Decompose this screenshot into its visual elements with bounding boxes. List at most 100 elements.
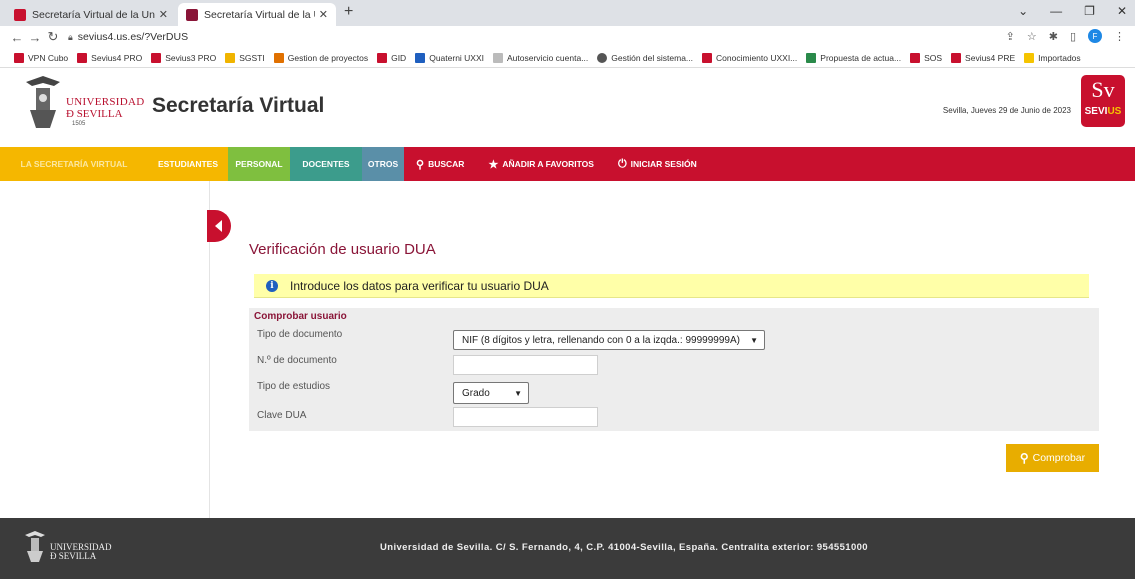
power-icon: ⏻ xyxy=(617,157,627,170)
bookmark-star-icon[interactable]: ☆ xyxy=(1027,30,1037,43)
menu-icon[interactable]: ⋮ xyxy=(1114,30,1125,43)
bookmark-item[interactable]: Sevius3 PRO xyxy=(151,52,216,63)
bookmark-item[interactable]: SOS xyxy=(910,52,942,63)
bookmark-folder[interactable]: Importados xyxy=(1024,52,1081,63)
current-date: Sevilla, Jueves 29 de Junio de 2023 xyxy=(942,106,1071,115)
bookmark-icon xyxy=(415,52,426,63)
window-controls: ⌄ — ❐ ✕ xyxy=(1018,4,1127,18)
nav-item-docentes[interactable]: DOCENTES xyxy=(290,147,362,181)
minimize-icon[interactable]: — xyxy=(1050,4,1062,18)
footer-logo[interactable]: UNIVERSIDAD Ð SEVILLA xyxy=(24,530,124,568)
form-legend: Comprobar usuario xyxy=(254,311,347,322)
chevron-down-icon: ▼ xyxy=(514,388,522,398)
bookmark-item[interactable]: Quaterni UXXI xyxy=(415,52,484,63)
nav-item-estudiantes[interactable]: ESTUDIANTES xyxy=(148,147,228,181)
bookmark-item[interactable]: Gestion de proyectos xyxy=(273,52,368,63)
bookmark-icon xyxy=(702,52,713,63)
nav-item-buscar[interactable]: ⚲ BUSCAR xyxy=(404,147,476,181)
folder-icon xyxy=(1024,52,1035,63)
info-text: Introduce los datos para verificar tu us… xyxy=(290,278,549,293)
dua-key-label: Clave DUA xyxy=(257,410,307,421)
forward-icon[interactable]: → xyxy=(26,30,44,45)
profile-avatar[interactable]: F xyxy=(1088,29,1102,43)
bookmark-icon xyxy=(14,52,24,63)
star-icon: ★ xyxy=(488,158,499,171)
bookmark-item[interactable]: Gestión del sistema... xyxy=(597,52,693,63)
verify-user-form: Comprobar usuario Tipo de documento NIF … xyxy=(249,308,1099,431)
footer-logo-text-2: Ð SEVILLA xyxy=(50,551,97,561)
nav-item-favoritos[interactable]: ★ AÑADIR A FAVORITOS xyxy=(476,147,606,181)
reload-icon[interactable]: ↻ xyxy=(44,29,62,45)
sidepanel-icon[interactable]: ▯ xyxy=(1070,30,1076,43)
bookmark-icon xyxy=(377,52,388,63)
bookmark-icon xyxy=(951,52,962,63)
bookmark-icon xyxy=(273,52,284,63)
address-bar: ← → ↻ 🔒︎ sevius4.us.es/?VerDUS ⇪ ☆ ✱ ▯ F… xyxy=(0,26,1135,48)
bookmark-icon xyxy=(151,52,162,63)
nav-item-otros[interactable]: OTROS xyxy=(362,147,404,181)
footer: UNIVERSIDAD Ð SEVILLA Universidad de Sev… xyxy=(0,518,1135,579)
doc-number-label: N.º de documento xyxy=(257,355,337,366)
section-heading: Verificación de usuario DUA xyxy=(249,241,436,258)
bookmark-item[interactable]: Autoservicio cuenta... xyxy=(493,52,588,63)
browser-tabstrip: Secretaría Virtual de la Universid ✕ Sec… xyxy=(0,0,1135,26)
browser-tab-2[interactable]: Secretaría Virtual de la Universid ✕ xyxy=(178,3,336,26)
close-icon[interactable]: ✕ xyxy=(319,8,328,21)
doc-type-select[interactable]: NIF (8 dígitos y letra, rellenando con 0… xyxy=(453,330,765,350)
bookmark-icon xyxy=(910,52,921,63)
bookmark-item[interactable]: GID xyxy=(377,52,406,63)
bookmark-item[interactable]: VPN Cubo xyxy=(14,52,68,63)
doc-type-label: Tipo de documento xyxy=(257,329,343,340)
main-nav: LA SECRETARÍA VIRTUAL ESTUDIANTES PERSON… xyxy=(0,147,1135,181)
nav-item-secretaria-virtual[interactable]: LA SECRETARÍA VIRTUAL xyxy=(0,147,148,181)
browser-tab-1[interactable]: Secretaría Virtual de la Universid ✕ xyxy=(6,3,176,26)
bookmark-item[interactable]: Sevius4 PRE xyxy=(951,52,1015,63)
doc-type-value: NIF (8 dígitos y letra, rellenando con 0… xyxy=(462,334,740,346)
url-field[interactable]: 🔒︎ sevius4.us.es/?VerDUS xyxy=(68,31,188,43)
logo-text-2: Ð SEVILLA xyxy=(66,108,123,120)
bookmark-icon xyxy=(225,52,236,63)
close-window-icon[interactable]: ✕ xyxy=(1117,4,1127,18)
tab-search-icon[interactable]: ⌄ xyxy=(1018,4,1028,18)
check-button[interactable]: ⚲ Comprobar xyxy=(1006,444,1099,472)
us-icon xyxy=(14,8,26,21)
new-tab-icon[interactable]: + xyxy=(344,3,353,21)
logo-year: 1505 xyxy=(72,121,86,127)
study-type-label: Tipo de estudios xyxy=(257,381,331,392)
bookmark-item[interactable]: Propuesta de actua... xyxy=(806,52,901,63)
study-type-value: Grado xyxy=(462,387,490,399)
sevius-logo[interactable]: Sv SEVIUS xyxy=(1081,75,1125,127)
sidebar-toggle-button[interactable] xyxy=(207,210,231,242)
info-icon: i xyxy=(266,279,278,292)
dua-key-input[interactable] xyxy=(453,407,598,427)
university-crest-icon xyxy=(26,76,60,128)
bookmark-icon xyxy=(77,52,88,63)
doc-number-input[interactable] xyxy=(453,355,598,375)
tab-title: Secretaría Virtual de la Universid xyxy=(204,8,315,21)
close-icon[interactable]: ✕ xyxy=(159,8,168,21)
nav-item-iniciar-sesion[interactable]: ⏻ INICIAR SESIÓN xyxy=(606,147,709,181)
back-icon[interactable]: ← xyxy=(8,30,26,45)
tab-title: Secretaría Virtual de la Universid xyxy=(32,8,155,21)
check-button-label: Comprobar xyxy=(1032,452,1086,464)
address-bar-actions: ⇪ ☆ ✱ ▯ F ⋮ xyxy=(1006,29,1125,43)
maximize-icon[interactable]: ❐ xyxy=(1084,4,1095,18)
lock-icon: 🔒︎ xyxy=(68,31,73,42)
url-text: sevius4.us.es/?VerDUS xyxy=(77,31,189,43)
search-icon: ⚲ xyxy=(1019,451,1029,465)
bookmark-icon xyxy=(597,52,608,63)
bookmark-item[interactable]: Conocimiento UXXI... xyxy=(702,52,797,63)
search-icon: ⚲ xyxy=(416,158,425,171)
extensions-icon[interactable]: ✱ xyxy=(1049,30,1058,43)
sevius-mark: Sv xyxy=(1091,77,1115,102)
bookmark-item[interactable]: SGSTI xyxy=(225,52,265,63)
university-crest-icon xyxy=(25,531,45,562)
sv-icon xyxy=(186,8,198,21)
share-icon[interactable]: ⇪ xyxy=(1006,30,1015,43)
bookmarks-bar: VPN Cubo Sevius4 PRO Sevius3 PRO SGSTI G… xyxy=(0,48,1135,68)
site-header: UNIVERSIDAD Ð SEVILLA 1505 Secretaría Vi… xyxy=(0,68,1135,147)
bookmark-item[interactable]: Sevius4 PRO xyxy=(77,52,142,63)
university-logo[interactable]: UNIVERSIDAD Ð SEVILLA 1505 xyxy=(24,74,144,134)
nav-item-personal[interactable]: PERSONAL xyxy=(228,147,290,181)
study-type-select[interactable]: Grado ▼ xyxy=(453,382,529,404)
